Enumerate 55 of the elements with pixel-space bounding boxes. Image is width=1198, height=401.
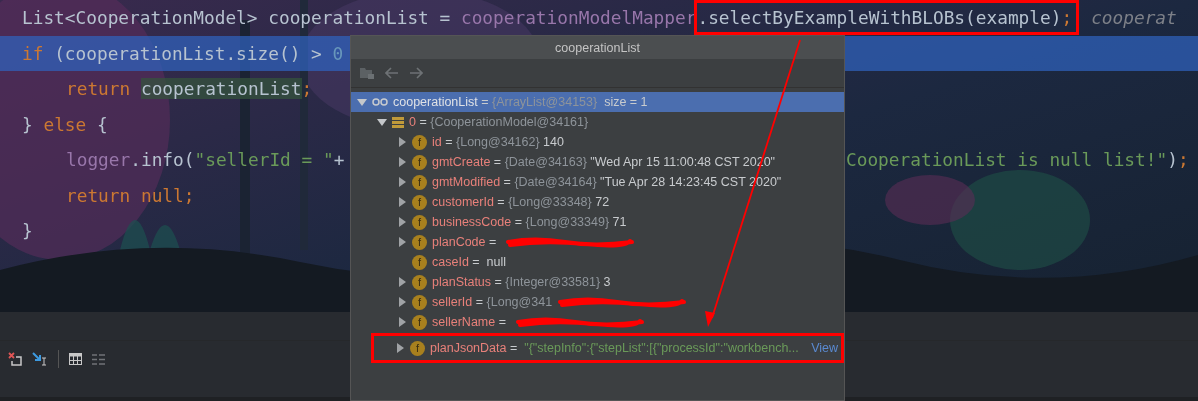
field-icon: f xyxy=(412,194,427,210)
field-icon: f xyxy=(412,254,427,270)
expand-arrow-icon[interactable] xyxy=(395,343,405,353)
popup-title: cooperationList xyxy=(555,40,640,55)
expand-arrow-icon[interactable] xyxy=(397,137,407,147)
variable-entry: sellerName = xyxy=(432,315,507,329)
stack-icon xyxy=(392,116,404,128)
variable-entry: cooperationList = {ArrayList@34153} size = 1 xyxy=(393,95,648,109)
field-icon: f xyxy=(412,154,427,170)
selected-tree-row[interactable]: cooperationList = {ArrayList@34153} size = 1 xyxy=(351,92,844,112)
variable-entry: 0 = {CooperationModel@34161} xyxy=(409,115,589,129)
code-line: .selectByExampleWithBLOBs(example); xyxy=(697,7,1073,29)
code-line: if (cooperationList.size() > 0 xyxy=(22,42,344,64)
expand-arrow-icon[interactable] xyxy=(397,277,407,287)
variable-entry: sellerId = {Long@341 xyxy=(432,295,553,309)
variable-entry: planCode = xyxy=(432,235,498,249)
glasses-icon xyxy=(372,98,388,106)
variable-entry: businessCode = {Long@33349} 71 xyxy=(432,215,627,229)
field-icon: f xyxy=(412,234,427,250)
folder-icon[interactable] xyxy=(359,66,375,80)
expand-arrow-icon[interactable] xyxy=(397,217,407,227)
field-icon: f xyxy=(412,314,427,330)
code-line: CooperationList is null list!"); xyxy=(846,148,1189,173)
expand-arrow-icon[interactable] xyxy=(397,237,407,247)
back-arrow-icon[interactable] xyxy=(385,67,399,79)
code-line: logger.info("sellerId = "+ xyxy=(66,149,345,171)
expand-arrow-icon[interactable] xyxy=(397,177,407,187)
expand-arrow-icon[interactable] xyxy=(397,297,407,307)
field-icon: f xyxy=(412,274,427,290)
variable-entry: caseId = null xyxy=(432,255,507,269)
expand-arrow-icon[interactable] xyxy=(397,197,407,207)
collapse-arrow-icon[interactable] xyxy=(357,97,367,107)
forward-arrow-icon[interactable] xyxy=(409,67,423,79)
view-link[interactable]: View xyxy=(811,341,842,355)
expand-arrow-icon[interactable] xyxy=(397,317,407,327)
remove-frame-icon[interactable] xyxy=(8,352,22,366)
jump-to-cursor-icon[interactable] xyxy=(32,352,48,366)
variable-entry: id = {Long@34162} 140 xyxy=(432,135,564,149)
expand-arrow-icon[interactable] xyxy=(397,157,407,167)
code-line: List<CooperationModel> cooperationList = cooperationModelMapper xyxy=(22,7,697,29)
code-line: } xyxy=(22,220,33,242)
table-icon[interactable] xyxy=(69,353,82,365)
field-icon: f xyxy=(412,294,427,310)
field-icon: f xyxy=(412,134,427,150)
field-icon: f xyxy=(410,340,425,356)
code-line: return null; xyxy=(66,184,195,206)
field-icon: f xyxy=(412,174,427,190)
variable-entry: planStatus = {Integer@33581} 3 xyxy=(432,275,611,289)
field-icon: f xyxy=(412,214,427,230)
code-line: } else { xyxy=(22,113,108,135)
variable-entry: customerId = {Long@33348} 72 xyxy=(432,195,610,209)
variable-entry: planJsonData = "{"stepInfo":{"stepList":[{"processId":"workbench... xyxy=(430,341,799,355)
collapse-arrow-icon[interactable] xyxy=(377,117,387,127)
list-icon[interactable] xyxy=(92,353,105,365)
inlay-hint: cooperat xyxy=(1091,7,1177,29)
